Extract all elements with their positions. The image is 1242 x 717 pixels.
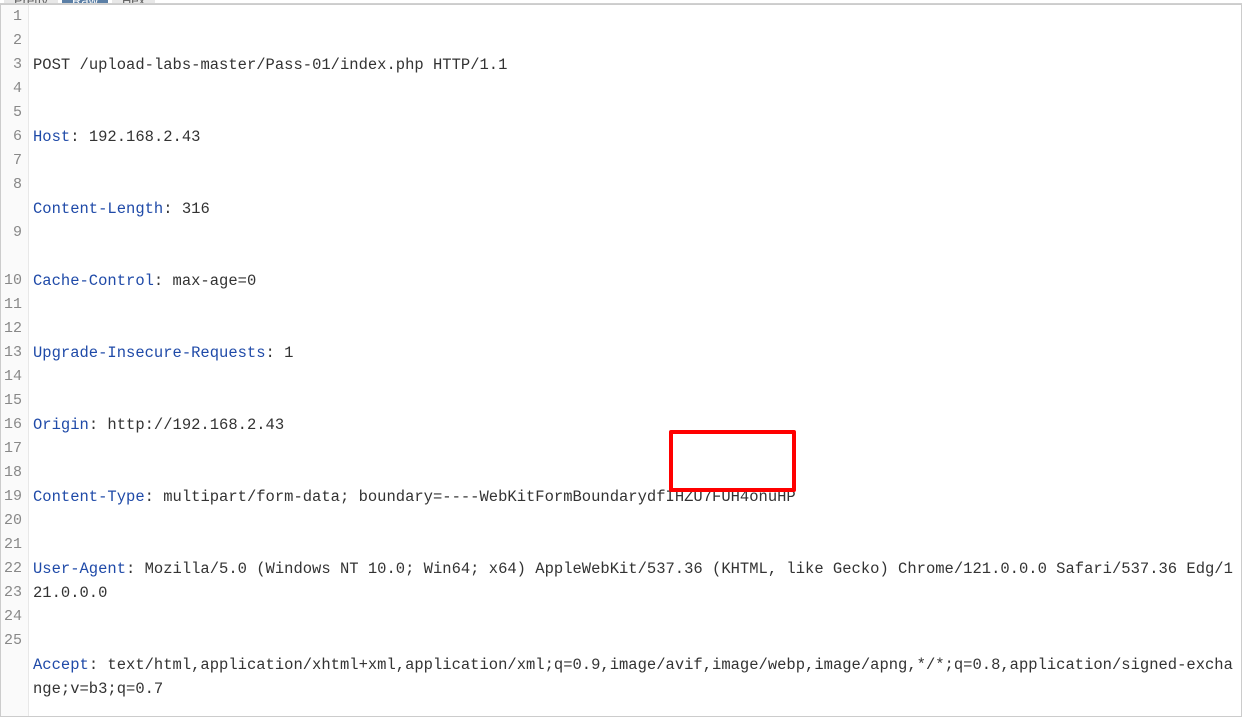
line-num: 22 (1, 557, 22, 581)
line-num: 20 (1, 509, 22, 533)
line-num: 2 (1, 29, 22, 53)
line-num: 15 (1, 389, 22, 413)
filename-highlight-box (669, 430, 796, 492)
line-num: 12 (1, 317, 22, 341)
line-num (1, 245, 22, 269)
line-num: 17 (1, 437, 22, 461)
line-num: 18 (1, 461, 22, 485)
code-area[interactable]: POST /upload-labs-master/Pass-01/index.p… (29, 5, 1241, 716)
line-num: 11 (1, 293, 22, 317)
header-host: Host: 192.168.2.43 (33, 125, 1241, 149)
http-editor-container: Pretty Raw Hex 1 2 3 4 5 6 7 8 9 10 11 1… (0, 0, 1242, 717)
line-number-gutter: 1 2 3 4 5 6 7 8 9 10 11 12 13 14 15 16 1… (1, 5, 29, 716)
header-user-agent: User-Agent: Mozilla/5.0 (Windows NT 10.0… (33, 557, 1241, 605)
line-num: 13 (1, 341, 22, 365)
line-num: 5 (1, 101, 22, 125)
line-num: 25 (1, 629, 22, 653)
header-origin: Origin: http://192.168.2.43 (33, 413, 1241, 437)
header-content-length: Content-Length: 316 (33, 197, 1241, 221)
line-num: 14 (1, 365, 22, 389)
line-num: 3 (1, 53, 22, 77)
header-content-type: Content-Type: multipart/form-data; bound… (33, 485, 1241, 509)
line-num: 16 (1, 413, 22, 437)
line-num: 24 (1, 605, 22, 629)
editor: 1 2 3 4 5 6 7 8 9 10 11 12 13 14 15 16 1… (0, 4, 1242, 717)
line-num: 1 (1, 5, 22, 29)
header-cache-control: Cache-Control: max-age=0 (33, 269, 1241, 293)
line-num: 21 (1, 533, 22, 557)
header-upgrade-insecure: Upgrade-Insecure-Requests: 1 (33, 341, 1241, 365)
line-num: 23 (1, 581, 22, 605)
line-num: 19 (1, 485, 22, 509)
line-num: 9 (1, 221, 22, 245)
header-accept: Accept: text/html,application/xhtml+xml,… (33, 653, 1241, 701)
line-num: 7 (1, 149, 22, 173)
line-num: 6 (1, 125, 22, 149)
line-num: 8 (1, 173, 22, 197)
line-num: 10 (1, 269, 22, 293)
line-num (1, 197, 22, 221)
line-num: 4 (1, 77, 22, 101)
request-line: POST /upload-labs-master/Pass-01/index.p… (33, 53, 1241, 77)
